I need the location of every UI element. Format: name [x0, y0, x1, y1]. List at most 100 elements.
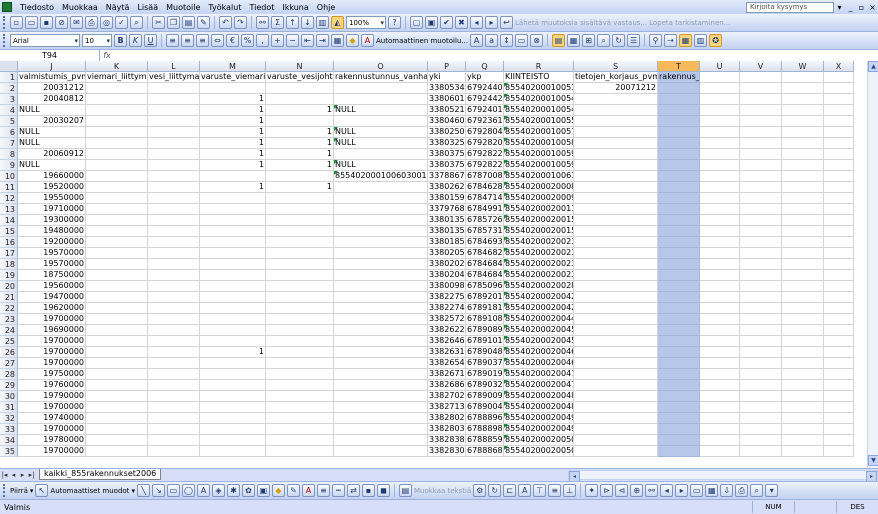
cell-m[interactable]	[200, 83, 266, 94]
cell-w[interactable]	[782, 204, 824, 215]
cell-o[interactable]: NULL	[334, 160, 428, 171]
cell-n[interactable]	[266, 226, 334, 237]
next-comment-icon[interactable]: ▸	[485, 16, 498, 29]
cell-j[interactable]: 19700000	[18, 424, 86, 435]
fill-color-icon[interactable]: ◆	[271, 484, 285, 497]
cell-m[interactable]: 1	[200, 116, 266, 127]
cell-o[interactable]	[334, 314, 428, 325]
cell-t[interactable]	[658, 314, 700, 325]
row-header[interactable]: 21	[0, 292, 18, 303]
track-changes-icon[interactable]: ▣	[425, 16, 438, 29]
autoshapes-menu-button[interactable]: Automaattiset muodot	[50, 487, 129, 495]
prev-sheet-icon[interactable]: ◂	[9, 471, 18, 479]
org-chart-icon[interactable]: ✦	[585, 484, 599, 497]
cell-o[interactable]	[334, 391, 428, 402]
spelling-icon[interactable]: ✓	[115, 16, 128, 29]
cell-s[interactable]	[574, 149, 658, 160]
freeze-icon[interactable]: ▥	[694, 34, 708, 47]
cell-k[interactable]: viemari_liittyma	[86, 72, 148, 83]
cell-t[interactable]	[658, 83, 700, 94]
cell-j[interactable]: 19750000	[18, 369, 86, 380]
cell-x[interactable]	[824, 127, 854, 138]
cell-n[interactable]	[266, 391, 334, 402]
cell-w[interactable]	[782, 215, 824, 226]
sheet-tab[interactable]: kaikki_855rakennukset2006	[39, 469, 162, 480]
scroll-right-icon[interactable]: ▸	[866, 470, 877, 482]
cell-u[interactable]	[700, 116, 740, 127]
cell-l[interactable]	[148, 149, 200, 160]
cell-r[interactable]: 85540200020050	[504, 446, 574, 457]
redo-icon[interactable]: ↷	[234, 16, 247, 29]
cell-k[interactable]	[86, 336, 148, 347]
cell-j[interactable]: 19700000	[18, 446, 86, 457]
cell-q[interactable]: 6792442	[466, 94, 504, 105]
cell-j[interactable]: 19470000	[18, 292, 86, 303]
column-header-j[interactable]: J	[18, 61, 86, 72]
cell-v[interactable]	[740, 116, 782, 127]
cell-j[interactable]: 20060912	[18, 149, 86, 160]
cell-w[interactable]	[782, 83, 824, 94]
cell-o[interactable]	[334, 413, 428, 424]
cell-style-icon[interactable]: ▭	[515, 34, 529, 47]
cell-r[interactable]: 85540200020023	[504, 248, 574, 259]
cell-l[interactable]	[148, 380, 200, 391]
menu-tools[interactable]: Työkalut	[204, 3, 245, 12]
cell-l[interactable]	[148, 182, 200, 193]
cell-q[interactable]: 6785726	[466, 215, 504, 226]
menu-window[interactable]: Ikkuna	[278, 3, 312, 12]
cell-n[interactable]: 1	[266, 105, 334, 116]
cell-q[interactable]: 6792804	[466, 127, 504, 138]
cell-o[interactable]	[334, 303, 428, 314]
autosum-icon[interactable]: Σ	[271, 16, 284, 29]
cell-j[interactable]: 20030207	[18, 116, 86, 127]
cell-p[interactable]: 3380460	[428, 116, 466, 127]
cell-k[interactable]	[86, 347, 148, 358]
cell-v[interactable]	[740, 380, 782, 391]
cell-u[interactable]	[700, 336, 740, 347]
cell-j[interactable]: 19550000	[18, 193, 86, 204]
clipart-icon[interactable]: ✿	[241, 484, 255, 497]
cell-x[interactable]	[824, 72, 854, 83]
cell-l[interactable]	[148, 347, 200, 358]
permission-icon[interactable]: ⊘	[55, 16, 68, 29]
cell-o[interactable]	[334, 226, 428, 237]
cell-p[interactable]: 3382654	[428, 358, 466, 369]
row-header[interactable]: 32	[0, 413, 18, 424]
cell-p[interactable]: 3379768	[428, 204, 466, 215]
cell-u[interactable]	[700, 380, 740, 391]
cell-s[interactable]	[574, 259, 658, 270]
chart-wizard-icon[interactable]: ▥	[316, 16, 329, 29]
cell-r[interactable]: 85540200020011	[504, 204, 574, 215]
cell-p[interactable]: 3382646	[428, 336, 466, 347]
cell-l[interactable]	[148, 270, 200, 281]
draw-menu-button[interactable]: Piirrä	[10, 487, 28, 495]
cell-k[interactable]	[86, 292, 148, 303]
column-header-v[interactable]: V	[740, 61, 782, 72]
align-right-icon[interactable]: ≡	[196, 34, 209, 47]
currency-icon[interactable]: €	[226, 34, 239, 47]
cell-q[interactable]: 6792440	[466, 83, 504, 94]
row-header[interactable]: 13	[0, 204, 18, 215]
cell-q[interactable]: 6788868	[466, 446, 504, 457]
cell-w[interactable]	[782, 248, 824, 259]
cell-v[interactable]	[740, 259, 782, 270]
cell-t[interactable]	[658, 292, 700, 303]
cell-n[interactable]	[266, 270, 334, 281]
cell-j[interactable]: 20031212	[18, 83, 86, 94]
reply-icon[interactable]: ↩	[500, 16, 513, 29]
cell-j[interactable]: NULL	[18, 105, 86, 116]
cell-p[interactable]: 3382830	[428, 446, 466, 457]
cell-x[interactable]	[824, 259, 854, 270]
cell-k[interactable]	[86, 193, 148, 204]
cell-p[interactable]: 3382686	[428, 380, 466, 391]
cell-s[interactable]	[574, 402, 658, 413]
cell-w[interactable]	[782, 226, 824, 237]
cell-o[interactable]	[334, 325, 428, 336]
cell-j[interactable]: valmistumis_pvm	[18, 72, 86, 83]
cell-v[interactable]	[740, 193, 782, 204]
cell-q[interactable]: 6785731	[466, 226, 504, 237]
row-header[interactable]: 33	[0, 424, 18, 435]
cell-s[interactable]	[574, 127, 658, 138]
cell-u[interactable]	[700, 314, 740, 325]
cell-o[interactable]	[334, 193, 428, 204]
